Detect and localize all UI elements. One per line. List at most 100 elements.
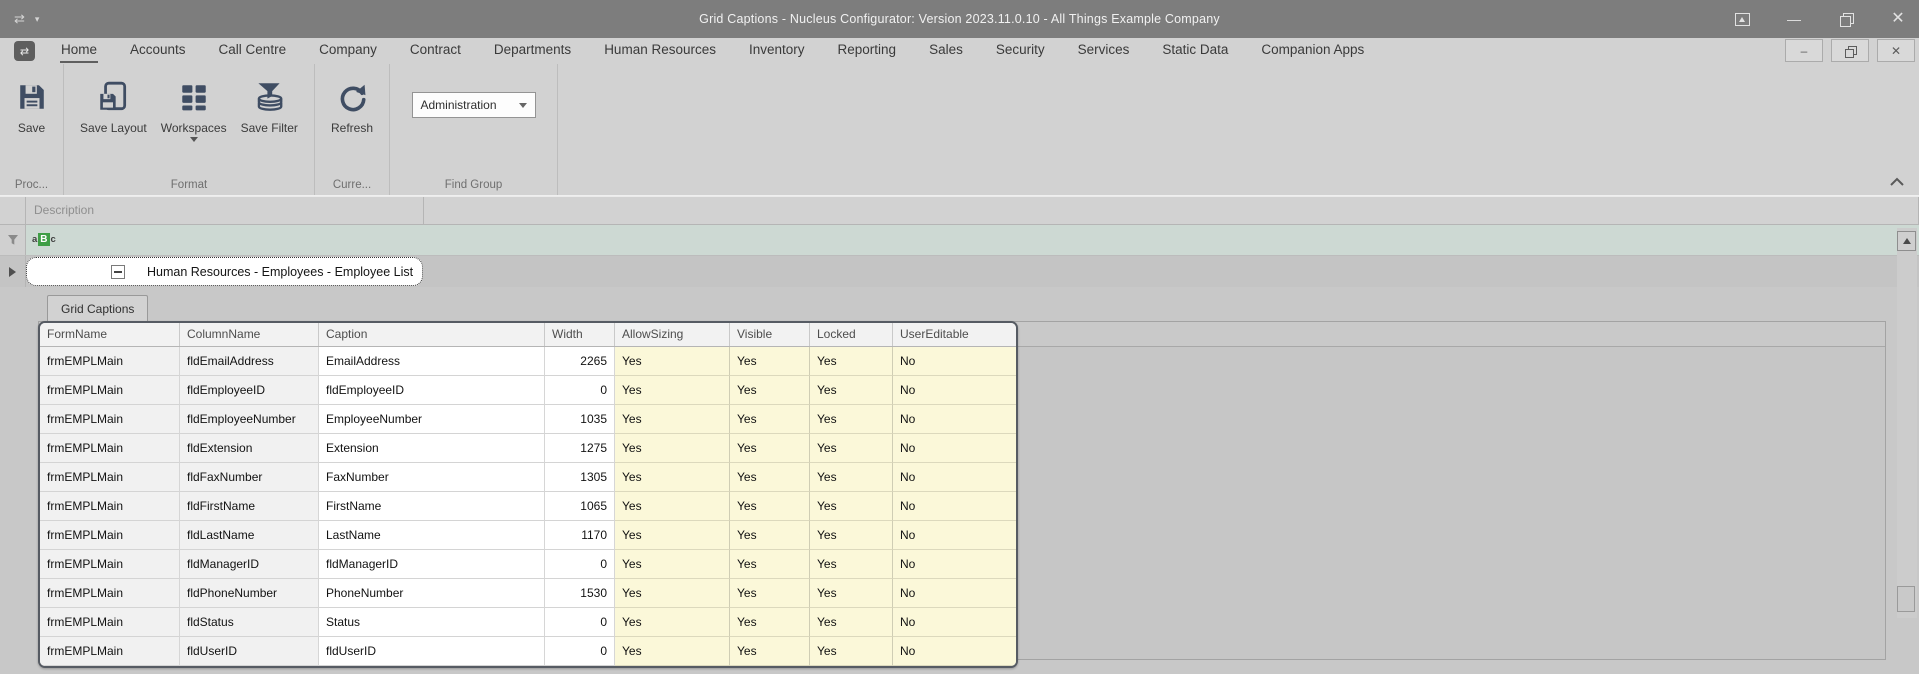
ribbon-tab-static-data[interactable]: Static Data	[1161, 39, 1229, 63]
ribbon-tab-human-resources[interactable]: Human Resources	[603, 39, 717, 63]
ribbon-tab-sales[interactable]: Sales	[928, 39, 964, 63]
table-cell-locked[interactable]: Yes	[810, 492, 893, 521]
column-header-locked[interactable]: Locked	[810, 323, 893, 346]
table-row[interactable]: frmEMPLMain fldExtension Extension 1275 Yes Y…	[40, 434, 1016, 463]
save-layout-button[interactable]: Save Layout	[80, 76, 147, 142]
ribbon-tab-company[interactable]: Company	[318, 39, 378, 63]
table-cell-visible[interactable]: Yes	[730, 463, 810, 492]
table-cell-columnname[interactable]: fldEmailAddress	[180, 347, 319, 376]
table-cell-allowsizing[interactable]: Yes	[615, 637, 730, 666]
column-header-caption[interactable]: Caption	[319, 323, 545, 346]
child-close-button[interactable]: ✕	[1877, 39, 1915, 62]
collapse-ribbon-button[interactable]	[1889, 177, 1905, 187]
table-cell-width[interactable]: 1275	[545, 434, 615, 463]
table-cell-locked[interactable]: Yes	[810, 608, 893, 637]
workspaces-button[interactable]: Workspaces	[161, 76, 227, 142]
table-cell-visible[interactable]: Yes	[730, 347, 810, 376]
table-row[interactable]: frmEMPLMain fldPhoneNumber PhoneNumber 1530…	[40, 579, 1016, 608]
table-cell-columnname[interactable]: fldPhoneNumber	[180, 579, 319, 608]
table-cell-locked[interactable]: Yes	[810, 637, 893, 666]
table-cell-columnname[interactable]: fldEmployeeNumber	[180, 405, 319, 434]
table-cell-width[interactable]: 1170	[545, 521, 615, 550]
table-cell-usereditable[interactable]: No	[893, 637, 1016, 666]
table-cell-allowsizing[interactable]: Yes	[615, 376, 730, 405]
child-minimize-button[interactable]: –	[1785, 39, 1823, 62]
collapse-node-icon[interactable]	[111, 264, 125, 279]
table-row[interactable]: frmEMPLMain fldFirstName FirstName 1065 Yes Y…	[40, 492, 1016, 521]
table-cell-formname[interactable]: frmEMPLMain	[40, 550, 180, 579]
table-cell-locked[interactable]: Yes	[810, 463, 893, 492]
table-cell-width[interactable]: 1530	[545, 579, 615, 608]
table-row[interactable]: frmEMPLMain fldManagerID fldManagerID 0 Yes Y…	[40, 550, 1016, 579]
table-cell-visible[interactable]: Yes	[730, 608, 810, 637]
table-cell-allowsizing[interactable]: Yes	[615, 579, 730, 608]
table-cell-allowsizing[interactable]: Yes	[615, 608, 730, 637]
table-cell-visible[interactable]: Yes	[730, 434, 810, 463]
table-row[interactable]: frmEMPLMain fldLastName LastName 1170 Yes Yes…	[40, 521, 1016, 550]
table-cell-caption[interactable]: FirstName	[319, 492, 545, 521]
table-cell-visible[interactable]: Yes	[730, 376, 810, 405]
table-cell-formname[interactable]: frmEMPLMain	[40, 434, 180, 463]
table-cell-usereditable[interactable]: No	[893, 405, 1016, 434]
table-cell-width[interactable]: 1035	[545, 405, 615, 434]
table-cell-visible[interactable]: Yes	[730, 405, 810, 434]
table-cell-allowsizing[interactable]: Yes	[615, 405, 730, 434]
ribbon-tab-accounts[interactable]: Accounts	[129, 39, 187, 63]
tree-item-focus-box[interactable]: Human Resources - Employees - Employee L…	[26, 257, 423, 286]
ribbon-tab-services[interactable]: Services	[1077, 39, 1131, 63]
table-row[interactable]: frmEMPLMain fldEmployeeNumber EmployeeNumb…	[40, 405, 1016, 434]
column-header-visible[interactable]: Visible	[730, 323, 810, 346]
table-cell-usereditable[interactable]: No	[893, 608, 1016, 637]
ribbon-tab-departments[interactable]: Departments	[493, 39, 572, 63]
table-cell-usereditable[interactable]: No	[893, 579, 1016, 608]
table-cell-columnname[interactable]: fldEmployeeID	[180, 376, 319, 405]
close-button[interactable]: ✕	[1887, 8, 1909, 30]
scroll-up-button[interactable]	[1897, 231, 1916, 251]
table-cell-columnname[interactable]: fldManagerID	[180, 550, 319, 579]
table-cell-columnname[interactable]: fldFirstName	[180, 492, 319, 521]
table-row[interactable]: frmEMPLMain fldEmailAddress EmailAddress 22…	[40, 347, 1016, 376]
table-cell-columnname[interactable]: fldUserID	[180, 637, 319, 666]
ribbon-tab-reporting[interactable]: Reporting	[837, 39, 898, 63]
table-cell-usereditable[interactable]: No	[893, 463, 1016, 492]
column-header-formname[interactable]: FormName	[40, 323, 180, 346]
ribbon-tab-call-centre[interactable]: Call Centre	[218, 39, 288, 63]
table-cell-locked[interactable]: Yes	[810, 521, 893, 550]
table-cell-width[interactable]: 0	[545, 550, 615, 579]
table-cell-formname[interactable]: frmEMPLMain	[40, 637, 180, 666]
description-column-header[interactable]: Description	[26, 197, 424, 224]
save-button[interactable]: Save	[17, 76, 47, 135]
table-cell-width[interactable]: 0	[545, 376, 615, 405]
table-row[interactable]: frmEMPLMain fldUserID fldUserID 0 Yes Yes Yes N…	[40, 637, 1016, 666]
table-row[interactable]: frmEMPLMain fldFaxNumber FaxNumber 1305 Yes Y…	[40, 463, 1016, 492]
table-row[interactable]: frmEMPLMain fldStatus Status 0 Yes Yes Yes No	[40, 608, 1016, 637]
table-cell-visible[interactable]: Yes	[730, 492, 810, 521]
table-cell-caption[interactable]: Status	[319, 608, 545, 637]
ribbon-tab-companion-apps[interactable]: Companion Apps	[1260, 39, 1365, 63]
table-cell-locked[interactable]: Yes	[810, 550, 893, 579]
table-cell-locked[interactable]: Yes	[810, 434, 893, 463]
table-cell-formname[interactable]: frmEMPLMain	[40, 405, 180, 434]
table-cell-width[interactable]: 1305	[545, 463, 615, 492]
ribbon-tab-security[interactable]: Security	[995, 39, 1046, 63]
table-cell-formname[interactable]: frmEMPLMain	[40, 492, 180, 521]
table-cell-locked[interactable]: Yes	[810, 405, 893, 434]
ribbon-display-options-button[interactable]	[1731, 8, 1753, 30]
table-cell-visible[interactable]: Yes	[730, 550, 810, 579]
table-cell-caption[interactable]: Extension	[319, 434, 545, 463]
scroll-thumb[interactable]	[1897, 586, 1915, 612]
table-cell-usereditable[interactable]: No	[893, 550, 1016, 579]
column-header-columnname[interactable]: ColumnName	[180, 323, 319, 346]
table-cell-locked[interactable]: Yes	[810, 347, 893, 376]
quick-access-dropdown-icon[interactable]: ▾	[35, 14, 40, 25]
table-cell-formname[interactable]: frmEMPLMain	[40, 579, 180, 608]
ribbon-tab-home[interactable]: Home	[60, 39, 99, 63]
table-cell-width[interactable]: 0	[545, 608, 615, 637]
table-cell-allowsizing[interactable]: Yes	[615, 434, 730, 463]
table-cell-formname[interactable]: frmEMPLMain	[40, 463, 180, 492]
auto-filter-row[interactable]: aBc	[0, 225, 1919, 256]
table-cell-formname[interactable]: frmEMPLMain	[40, 521, 180, 550]
app-menu-icon[interactable]: ⇄	[14, 41, 35, 61]
ribbon-tab-contract[interactable]: Contract	[409, 39, 462, 63]
refresh-button[interactable]: Refresh	[331, 76, 373, 135]
